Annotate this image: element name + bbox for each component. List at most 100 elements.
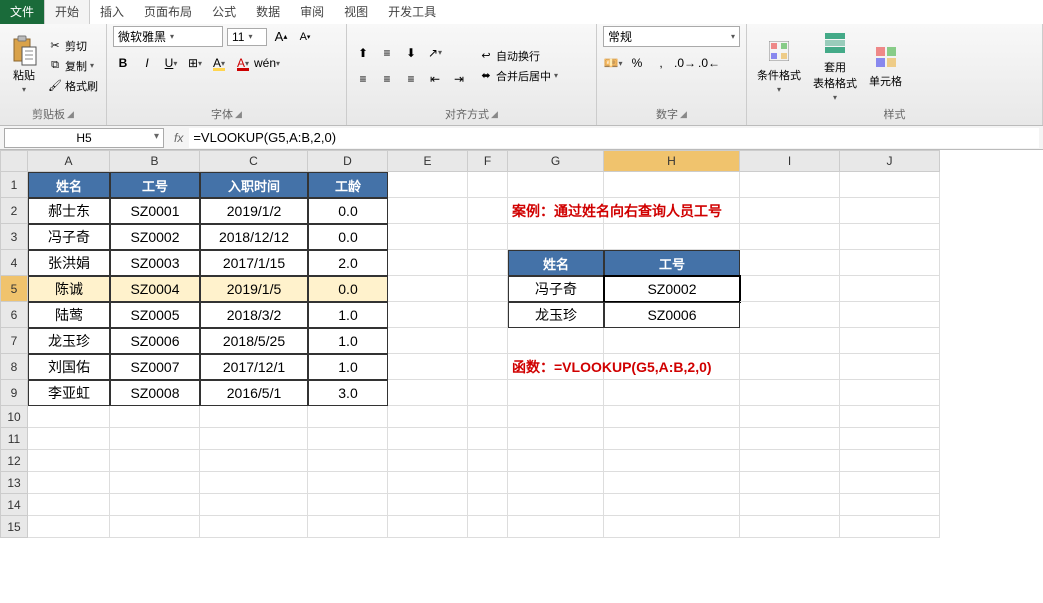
cell-G12[interactable]	[508, 450, 604, 472]
cell-J3[interactable]	[840, 224, 940, 250]
cell-I1[interactable]	[740, 172, 840, 198]
accounting-format-button[interactable]: 💴▾	[603, 53, 623, 73]
cell-C11[interactable]	[200, 428, 308, 450]
cell-I3[interactable]	[740, 224, 840, 250]
cell-B3[interactable]: SZ0002	[110, 224, 200, 250]
cell-D2[interactable]: 0.0	[308, 198, 388, 224]
clipboard-dialog-launcher[interactable]: ◢	[67, 109, 74, 120]
cell-H13[interactable]	[604, 472, 740, 494]
formula-input[interactable]	[189, 128, 1039, 148]
cell-B6[interactable]: SZ0005	[110, 302, 200, 328]
tab-file[interactable]: 文件	[0, 0, 44, 24]
cell-E9[interactable]	[388, 380, 468, 406]
tab-developer[interactable]: 开发工具	[378, 0, 446, 24]
cell-I14[interactable]	[740, 494, 840, 516]
decrease-font-button[interactable]: A▾	[295, 27, 315, 47]
col-header-D[interactable]: D	[308, 150, 388, 172]
cell-J6[interactable]	[840, 302, 940, 328]
underline-button[interactable]: U▾	[161, 53, 181, 73]
cell-F3[interactable]	[468, 224, 508, 250]
cell-A9[interactable]: 李亚虹	[28, 380, 110, 406]
cell-A13[interactable]	[28, 472, 110, 494]
cell-G1[interactable]	[508, 172, 604, 198]
cell-H1[interactable]	[604, 172, 740, 198]
cell-B5[interactable]: SZ0004	[110, 276, 200, 302]
cell-A11[interactable]	[28, 428, 110, 450]
tab-data[interactable]: 数据	[246, 0, 290, 24]
tab-home[interactable]: 开始	[44, 0, 90, 24]
cell-G3[interactable]	[508, 224, 604, 250]
cell-B4[interactable]: SZ0003	[110, 250, 200, 276]
cell-H11[interactable]	[604, 428, 740, 450]
cell-D12[interactable]	[308, 450, 388, 472]
cell-I13[interactable]	[740, 472, 840, 494]
cell-D13[interactable]	[308, 472, 388, 494]
row-header-9[interactable]: 9	[0, 380, 28, 406]
cell-C10[interactable]	[200, 406, 308, 428]
tab-formulas[interactable]: 公式	[202, 0, 246, 24]
cell-J9[interactable]	[840, 380, 940, 406]
cell-A8[interactable]: 刘国佑	[28, 354, 110, 380]
orientation-button[interactable]: ↗▾	[425, 43, 445, 63]
cell-G14[interactable]	[508, 494, 604, 516]
cell-H5[interactable]: SZ0002	[604, 276, 740, 302]
cell-C13[interactable]	[200, 472, 308, 494]
row-header-8[interactable]: 8	[0, 354, 28, 380]
cell-F15[interactable]	[468, 516, 508, 538]
cell-E12[interactable]	[388, 450, 468, 472]
cell-E5[interactable]	[388, 276, 468, 302]
row-header-5[interactable]: 5	[0, 276, 28, 302]
cell-H15[interactable]	[604, 516, 740, 538]
cell-grid[interactable]: 姓名工号入职时间工龄郝士东SZ00012019/1/20.0案例：通过姓名向右查…	[28, 172, 940, 538]
cell-B11[interactable]	[110, 428, 200, 450]
cell-D3[interactable]: 0.0	[308, 224, 388, 250]
cell-A10[interactable]	[28, 406, 110, 428]
increase-indent-button[interactable]: ⇥	[449, 69, 469, 89]
cell-C1[interactable]: 入职时间	[200, 172, 308, 198]
font-color-button[interactable]: A▾	[233, 53, 253, 73]
cell-I4[interactable]	[740, 250, 840, 276]
cell-G11[interactable]	[508, 428, 604, 450]
cell-I15[interactable]	[740, 516, 840, 538]
cut-button[interactable]: ✂剪切	[46, 37, 100, 55]
cell-A4[interactable]: 张洪娟	[28, 250, 110, 276]
cell-I9[interactable]	[740, 380, 840, 406]
cell-E6[interactable]	[388, 302, 468, 328]
row-header-10[interactable]: 10	[0, 406, 28, 428]
cell-B9[interactable]: SZ0008	[110, 380, 200, 406]
row-header-14[interactable]: 14	[0, 494, 28, 516]
cell-I7[interactable]	[740, 328, 840, 354]
cell-A6[interactable]: 陆莺	[28, 302, 110, 328]
cell-C7[interactable]: 2018/5/25	[200, 328, 308, 354]
row-header-6[interactable]: 6	[0, 302, 28, 328]
copy-button[interactable]: ⧉复制▾	[46, 57, 100, 75]
cell-G13[interactable]	[508, 472, 604, 494]
format-painter-button[interactable]: 🖌格式刷	[46, 77, 100, 95]
fx-icon[interactable]: fx	[168, 131, 189, 145]
cell-H8[interactable]	[604, 354, 740, 380]
cell-B2[interactable]: SZ0001	[110, 198, 200, 224]
cell-D6[interactable]: 1.0	[308, 302, 388, 328]
cell-F7[interactable]	[468, 328, 508, 354]
cell-E15[interactable]	[388, 516, 468, 538]
cell-G4[interactable]: 姓名	[508, 250, 604, 276]
cell-G10[interactable]	[508, 406, 604, 428]
align-center-button[interactable]: ≡	[377, 69, 397, 89]
cell-F6[interactable]	[468, 302, 508, 328]
cell-F1[interactable]	[468, 172, 508, 198]
cell-G7[interactable]	[508, 328, 604, 354]
phonetic-button[interactable]: wén▾	[257, 53, 277, 73]
align-right-button[interactable]: ≡	[401, 69, 421, 89]
cell-F2[interactable]	[468, 198, 508, 224]
border-button[interactable]: ⊞▾	[185, 53, 205, 73]
cell-C4[interactable]: 2017/1/15	[200, 250, 308, 276]
cell-styles-button[interactable]: 单元格	[865, 41, 906, 91]
cell-E2[interactable]	[388, 198, 468, 224]
cell-B10[interactable]	[110, 406, 200, 428]
cell-D11[interactable]	[308, 428, 388, 450]
cell-F12[interactable]	[468, 450, 508, 472]
cell-C6[interactable]: 2018/3/2	[200, 302, 308, 328]
cell-D14[interactable]	[308, 494, 388, 516]
cell-J10[interactable]	[840, 406, 940, 428]
cell-I5[interactable]	[740, 276, 840, 302]
